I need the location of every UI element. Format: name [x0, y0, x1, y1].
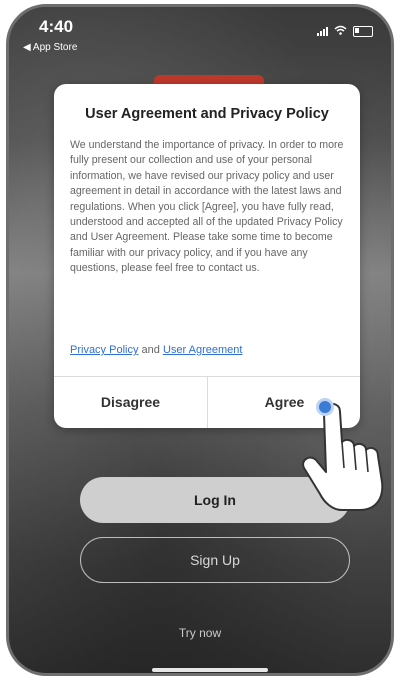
battery-icon: [353, 25, 373, 37]
pointing-hand-icon: [296, 398, 400, 519]
privacy-dialog: User Agreement and Privacy Policy We und…: [54, 84, 360, 428]
signal-icon: [317, 26, 328, 36]
status-time: 4:40: [39, 17, 74, 36]
signup-button[interactable]: Sign Up: [80, 537, 350, 583]
dialog-body-text: We understand the importance of privacy.…: [70, 139, 344, 275]
status-icons: [317, 24, 373, 38]
home-indicator[interactable]: [152, 668, 268, 672]
privacy-policy-link[interactable]: Privacy Policy: [70, 344, 138, 356]
disagree-button[interactable]: Disagree: [54, 376, 207, 428]
wifi-icon: [334, 24, 347, 38]
and-text: and: [138, 344, 163, 356]
user-agreement-link[interactable]: User Agreement: [163, 344, 242, 356]
dialog-title: User Agreement and Privacy Policy: [85, 106, 329, 122]
tap-indicator: [316, 398, 334, 416]
dialog-links: Privacy Policy and User Agreement: [70, 344, 242, 356]
try-now-link[interactable]: Try now: [9, 626, 391, 640]
back-to-app-store[interactable]: ◀ App Store: [23, 42, 77, 53]
